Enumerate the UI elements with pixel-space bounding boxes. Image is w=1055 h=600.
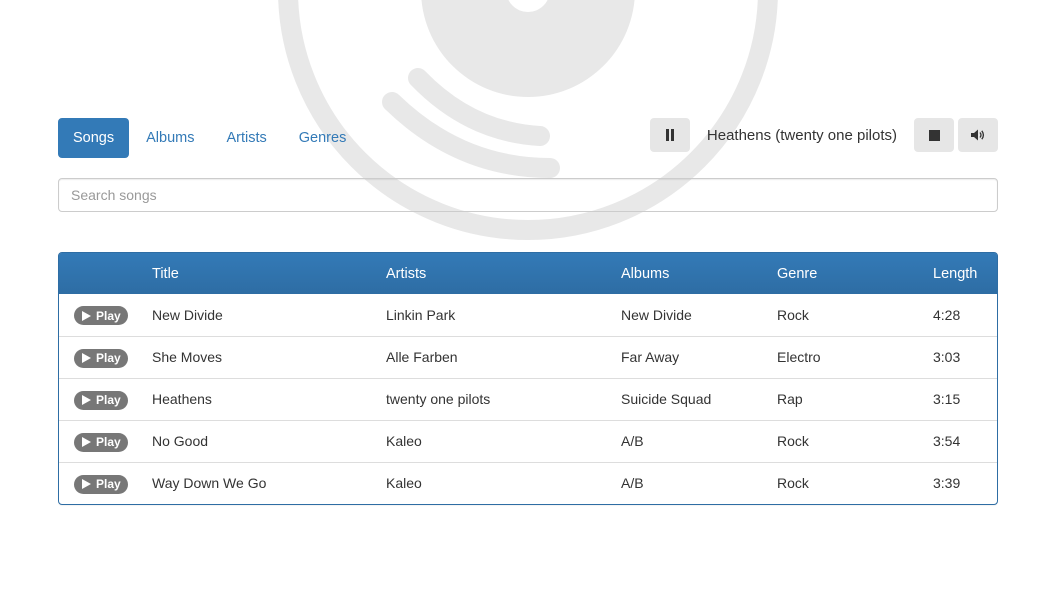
cell-artist: Kaleo [386,433,422,449]
player-controls: Heathens (twenty one pilots) [649,118,998,152]
table-row[interactable]: Play Heathens twenty one pilots Suicide … [59,378,997,420]
cell-length: 4:28 [933,306,961,323]
cell-album: A/B [621,475,644,492]
volume-button[interactable] [958,118,998,152]
play-icon [82,479,91,490]
play-button[interactable]: Play [74,432,128,452]
play-icon [82,310,91,321]
cell-album: Far Away [621,349,680,365]
cell-artist: Linkin Park [386,306,456,323]
tab-albums[interactable]: Albums [131,118,209,158]
cell-title: New Divide [152,306,223,323]
tab-songs[interactable]: Songs [58,118,130,158]
play-icon [82,437,91,447]
stop-button[interactable] [914,118,954,152]
cell-length: 3:54 [933,433,961,449]
cell-genre: Rap [777,391,803,407]
play-button[interactable]: Play [74,390,128,410]
play-label: Play [96,477,121,492]
tab-artists[interactable]: Artists [211,118,281,158]
play-button[interactable]: Play [74,306,128,326]
column-header-genre[interactable]: Genre [777,253,933,294]
play-button[interactable]: Play [74,348,128,368]
play-label: Play [96,393,121,407]
cell-length: 3:03 [933,349,961,365]
cell-title: Way Down We Go [152,475,267,492]
volume-icon [971,129,985,141]
cell-genre: Rock [777,433,809,449]
stop-icon [928,129,940,141]
column-header-length[interactable]: Length [933,253,997,294]
column-header-play [59,253,152,294]
cell-genre: Electro [777,349,821,365]
cell-genre: Rock [777,306,809,323]
search-input[interactable] [58,178,998,212]
cell-length: 3:39 [933,475,961,492]
cell-title: Heathens [152,391,212,407]
cell-length: 3:15 [933,391,961,407]
cell-artist: twenty one pilots [386,391,491,407]
table-row[interactable]: Play New Divide Linkin Park New Divide R… [59,294,997,336]
cell-album: A/B [621,433,644,449]
table-header-row: Title Artists Albums Genre Length [59,253,997,294]
pause-icon [665,129,674,141]
cell-title: No Good [152,433,209,449]
cell-album: Suicide Squad [621,391,712,407]
nav-tabs: Songs Albums Artists Genres [58,118,363,158]
table-row[interactable]: Play She Moves Alle Farben Far Away Elec… [59,336,997,378]
play-label: Play [96,351,121,365]
main-container: Songs Albums Artists Genres Heathens (tw… [58,118,998,505]
pause-button[interactable] [649,118,690,152]
column-header-artists[interactable]: Artists [386,253,621,294]
tab-genres[interactable]: Genres [284,118,362,158]
column-header-albums[interactable]: Albums [621,253,777,294]
cell-artist: Alle Farben [386,349,458,365]
now-playing-text: Heathens (twenty one pilots) [706,126,897,144]
play-label: Play [96,435,121,449]
play-label: Play [96,308,121,323]
play-button[interactable]: Play [74,474,128,494]
table-row[interactable]: Play Way Down We Go Kaleo A/B Rock 3:39 [59,462,997,504]
songs-table-panel: Title Artists Albums Genre Length Play N… [58,252,998,505]
nav-row: Songs Albums Artists Genres Heathens (tw… [58,118,998,158]
cell-artist: Kaleo [386,475,422,492]
cell-title: She Moves [152,349,223,365]
column-header-title[interactable]: Title [152,253,386,294]
cell-album: New Divide [621,306,692,323]
play-icon [82,353,91,363]
play-icon [82,395,91,405]
table-row[interactable]: Play No Good Kaleo A/B Rock 3:54 [59,420,997,462]
music-player-app: Songs Albums Artists Genres Heathens (tw… [0,0,1055,600]
cell-genre: Rock [777,475,809,492]
songs-table: Title Artists Albums Genre Length Play N… [59,253,997,504]
